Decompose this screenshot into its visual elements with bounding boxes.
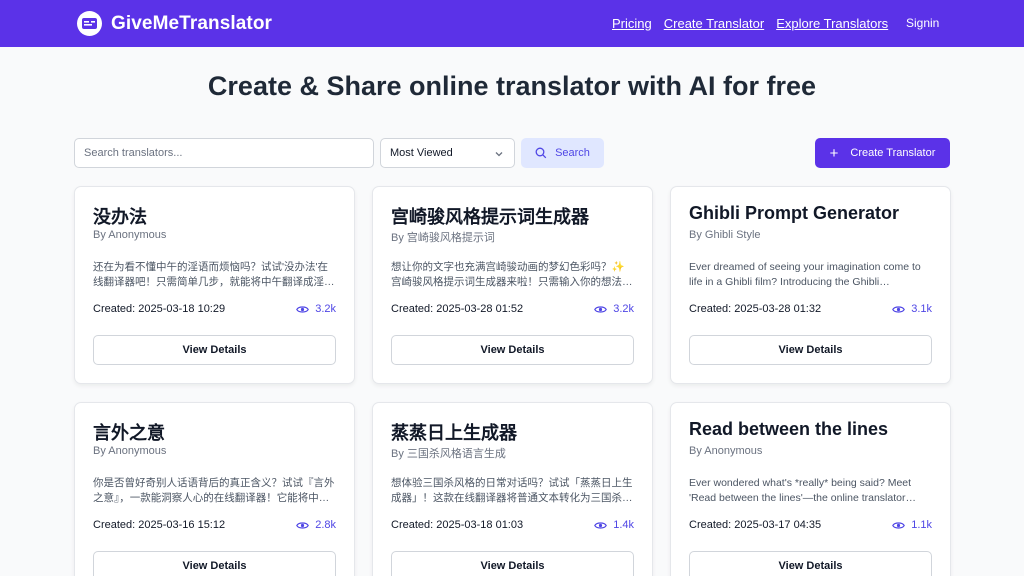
card-author: By 宫崎骏风格提示词 <box>391 232 495 244</box>
view-details-button[interactable]: View Details <box>391 551 634 576</box>
eye-icon <box>892 521 906 529</box>
view-details-button[interactable]: View Details <box>93 551 336 576</box>
page-title: Create & Share online translator with AI… <box>207 71 817 101</box>
eye-icon <box>594 521 608 529</box>
plus-icon: + <box>829 144 839 162</box>
card-author: By Anonymous <box>689 445 763 457</box>
eye-icon <box>296 521 310 529</box>
sort-select[interactable]: Most Viewed <box>380 138 515 168</box>
search-input[interactable] <box>74 138 374 168</box>
signin-link[interactable]: Signin <box>906 16 939 30</box>
translator-logo-icon <box>77 11 102 36</box>
search-button-label: Search <box>555 147 590 159</box>
card-created-date: Created: 2025-03-17 04:35 <box>689 519 822 531</box>
views-count: 3.2k <box>613 303 634 315</box>
card-title: 蒸蒸日上生成器 <box>391 423 517 443</box>
search-icon <box>535 147 547 159</box>
translator-card: 言外之意 By Anonymous 你是否曾好奇别人话语背后的真正含义？试试『言… <box>74 402 355 576</box>
view-details-button[interactable]: View Details <box>689 551 932 576</box>
card-views: 1.4k <box>594 519 634 531</box>
card-views: 1.1k <box>892 519 932 531</box>
card-created-date: Created: 2025-03-18 01:03 <box>391 519 524 531</box>
card-title: Ghibli Prompt Generator <box>689 203 900 223</box>
card-created-date: Created: 2025-03-16 15:12 <box>93 519 226 531</box>
card-views: 2.8k <box>296 519 336 531</box>
card-created-date: Created: 2025-03-28 01:32 <box>689 303 822 315</box>
view-details-button[interactable]: View Details <box>391 335 634 365</box>
views-count: 3.2k <box>315 303 336 315</box>
translator-card: 宫崎骏风格提示词生成器 By 宫崎骏风格提示词 想让你的文字也充满宫崎骏动画的梦… <box>372 186 653 384</box>
chevron-down-icon <box>495 152 503 157</box>
card-author: By Anonymous <box>93 445 167 457</box>
create-translator-button[interactable]: + Create Translator <box>815 138 950 168</box>
views-count: 2.8k <box>315 519 336 531</box>
card-created-date: Created: 2025-03-28 01:52 <box>391 303 524 315</box>
view-details-button[interactable]: View Details <box>689 335 932 365</box>
nav-link-pricing[interactable]: Pricing <box>612 16 652 31</box>
card-title: Read between the lines <box>689 419 889 439</box>
card-description: 想让你的文字也充满宫崎骏动画的梦幻色彩吗？✨宫崎骏风格提示词生成器来啦！只需输入… <box>391 261 633 288</box>
sort-selected-value: Most Viewed <box>390 147 453 159</box>
views-count: 1.4k <box>613 519 634 531</box>
translator-card: Ghibli Prompt Generator By Ghibli Style … <box>670 186 951 384</box>
card-description: 你是否曾好奇别人话语背后的真正含义？试试『言外之意』，一款能洞察人心的在线翻译器… <box>93 477 335 504</box>
card-views: 3.2k <box>594 303 634 315</box>
card-views: 3.1k <box>892 303 932 315</box>
create-translator-label: Create Translator <box>850 147 936 159</box>
nav-links: Pricing Create Translator Explore Transl… <box>612 16 900 31</box>
search-button[interactable]: Search <box>521 138 604 168</box>
card-author: By 三国杀风格语言生成 <box>391 448 506 460</box>
card-created-date: Created: 2025-03-18 10:29 <box>93 303 226 315</box>
card-title: 宫崎骏风格提示词生成器 <box>391 207 589 227</box>
nav-link-create-translator[interactable]: Create Translator <box>664 16 764 31</box>
nav-link-explore-translators[interactable]: Explore Translators <box>776 16 888 31</box>
eye-icon <box>296 305 310 313</box>
card-title: 没办法 <box>93 207 147 227</box>
card-author: By Anonymous <box>93 229 167 241</box>
card-description: Ever dreamed of seeing your imagination … <box>689 261 921 288</box>
translator-card: 没办法 By Anonymous 还在为看不懂中午的淫语而烦恼吗？试试'没办法'… <box>74 186 355 384</box>
view-details-button[interactable]: View Details <box>93 335 336 365</box>
card-views: 3.2k <box>296 303 336 315</box>
card-description: 还在为看不懂中午的淫语而烦恼吗？试试'没办法'在线翻译器吧！只需简单几步，就能将… <box>93 261 335 288</box>
views-count: 3.1k <box>911 303 932 315</box>
card-author: By Ghibli Style <box>689 229 761 241</box>
card-description: 想体验三国杀风格的日常对话吗？试试「蒸蒸日上生成器」！这款在线翻译器将普通文本转… <box>391 477 633 504</box>
brand-link[interactable]: GiveMeTranslator <box>77 11 272 36</box>
brand-name: GiveMeTranslator <box>111 12 273 34</box>
translator-card: 蒸蒸日上生成器 By 三国杀风格语言生成 想体验三国杀风格的日常对话吗？试试「蒸… <box>372 402 653 576</box>
views-count: 1.1k <box>911 519 932 531</box>
card-title: 言外之意 <box>93 423 165 443</box>
translator-card: Read between the lines By Anonymous Ever… <box>670 402 951 576</box>
eye-icon <box>892 305 906 313</box>
card-description: Ever wondered what's *really* being said… <box>689 477 916 504</box>
top-navbar: GiveMeTranslator Pricing Create Translat… <box>0 0 1024 47</box>
eye-icon <box>594 305 608 313</box>
